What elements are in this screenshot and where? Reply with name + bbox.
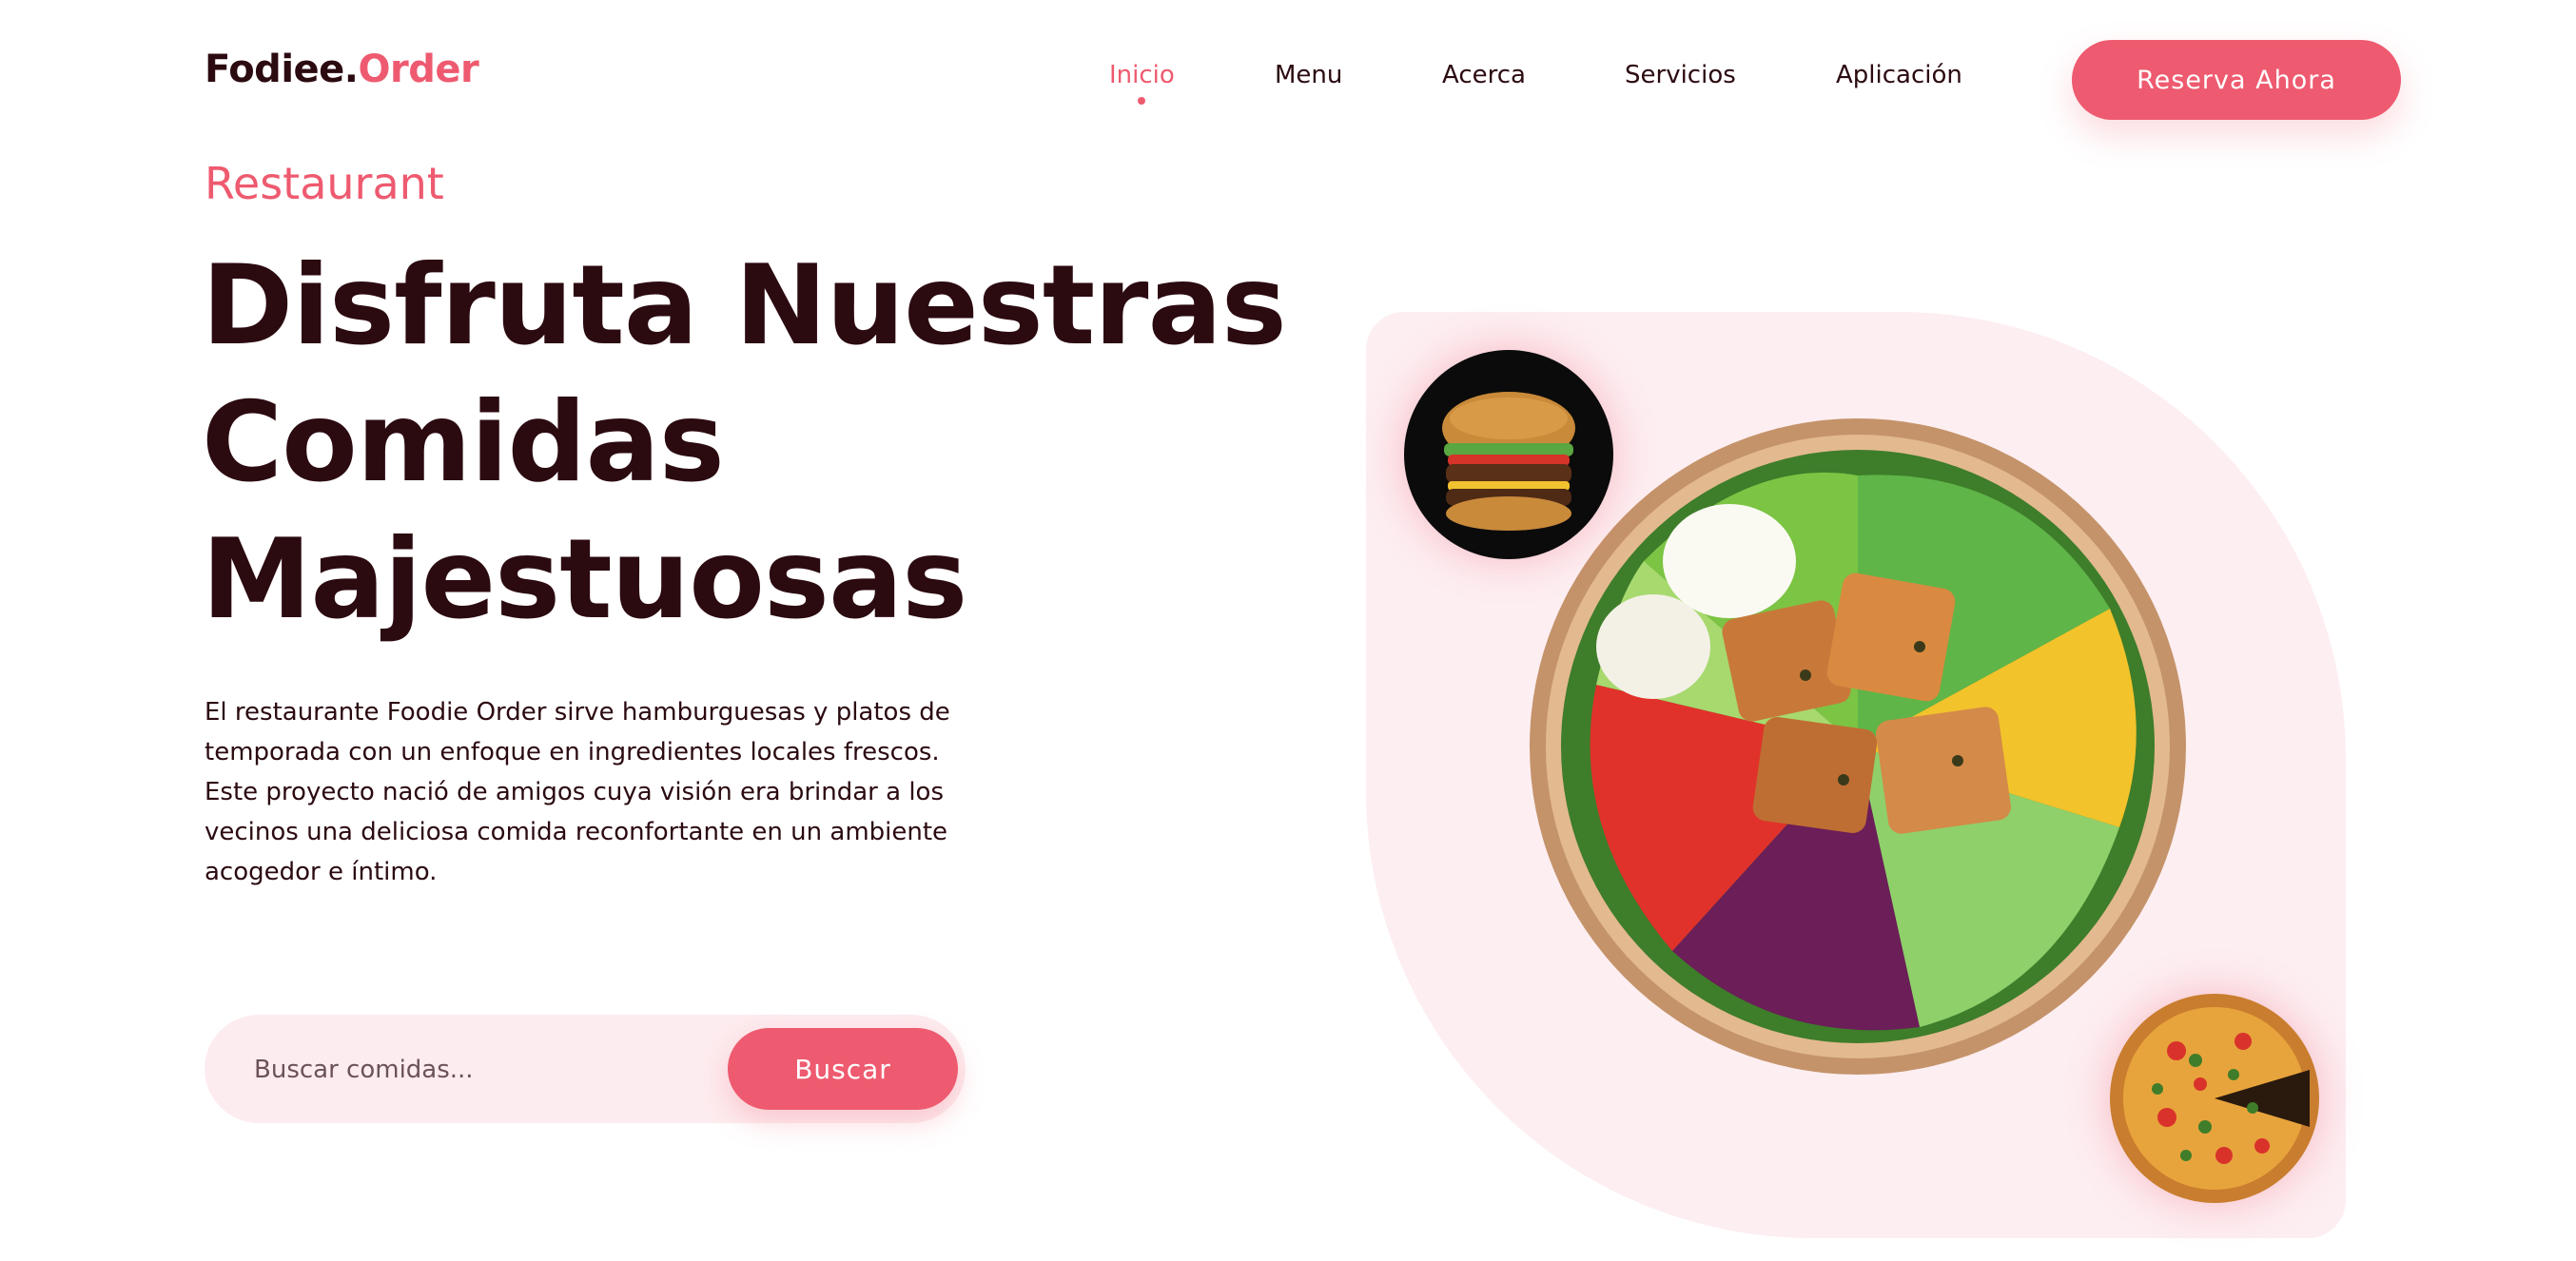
logo-text-main: Fodiee. (205, 48, 359, 91)
search-input[interactable] (252, 1047, 770, 1093)
nav-label: Menu (1275, 61, 1343, 89)
nav-label: Acerca (1442, 61, 1526, 89)
nav-item-acerca[interactable]: Acerca (1442, 61, 1526, 89)
hero-eyebrow: Restaurant (205, 158, 444, 209)
hero-description: El restaurante Foodie Order sirve hambur… (205, 698, 950, 886)
logo-text-accent: Order (358, 48, 479, 91)
nav-label: Servicios (1625, 61, 1736, 89)
search-bar: Buscar (205, 1015, 966, 1123)
salad-bowl-image (1530, 418, 2186, 1075)
nav-item-menu[interactable]: Menu (1275, 61, 1342, 89)
nav-label: Inicio (1109, 61, 1175, 89)
search-button[interactable]: Buscar (728, 1028, 958, 1110)
pizza-thumbnail[interactable] (2110, 994, 2319, 1203)
active-indicator-dot (1138, 97, 1146, 105)
nav-label: Aplicación (1836, 61, 1962, 89)
headline-line-2: Comidas (202, 378, 725, 507)
headline-line-1: Disfruta Nuestras (202, 242, 1287, 370)
nav-item-inicio[interactable]: Inicio (1109, 61, 1175, 105)
logo[interactable]: Fodiee.Order (205, 48, 479, 91)
burger-icon (1404, 350, 1613, 559)
reserve-now-button[interactable]: Reserva Ahora (2072, 40, 2401, 120)
nav-item-servicios[interactable]: Servicios (1625, 61, 1736, 89)
pizza-icon (2110, 994, 2319, 1203)
hero-headline: Disfruta Nuestras Comidas Majestuosas (202, 238, 1343, 649)
headline-line-3: Majestuosas (202, 515, 967, 644)
nav-item-aplicacion[interactable]: Aplicación (1836, 61, 1962, 89)
burger-thumbnail[interactable] (1404, 350, 1613, 559)
